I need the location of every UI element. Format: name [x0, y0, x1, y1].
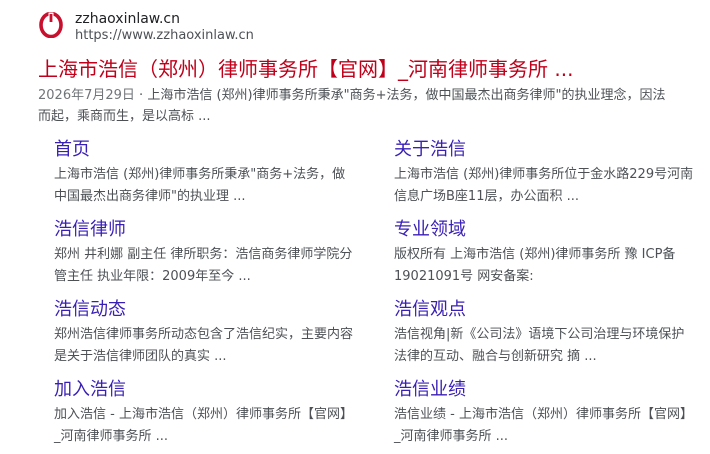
sitelink-title[interactable]: 浩信律师	[54, 218, 354, 242]
sitelink-title[interactable]: 浩信业绩	[394, 378, 694, 402]
site-logo-icon	[38, 11, 64, 39]
sitelink-title[interactable]: 关于浩信	[394, 138, 694, 162]
sitelink-title[interactable]: 专业领域	[394, 218, 694, 242]
sitelink-news: 浩信动态 郑州浩信律师事务所动态包含了浩信纪实，主要内容是关于浩信律师团队的真实…	[54, 298, 354, 368]
sitelink-desc: 郑州 井利娜 副主任 律所职务：浩信商务律师学院分管主任 执业年限：2009年至…	[54, 247, 353, 284]
sitelink-lawyers: 浩信律师 郑州 井利娜 副主任 律所职务：浩信商务律师学院分管主任 执业年限：2…	[54, 218, 354, 288]
sitelink-home: 首页 上海市浩信 (郑州)律师事务所秉承"商务+法务，做中国最杰出商务律师"的执…	[54, 138, 354, 208]
result-title-link[interactable]: 上海市浩信（郑州）律师事务所【官网】_河南律师事务所 ...	[38, 56, 573, 82]
site-header[interactable]: zzhaoxinlaw.cn https://www.zzhaoxinlaw.c…	[38, 10, 438, 44]
site-url[interactable]: https://www.zzhaoxinlaw.cn	[75, 28, 254, 44]
sitelink-title[interactable]: 浩信动态	[54, 298, 354, 322]
sitelink-desc: 版权所有 上海市浩信 (郑州)律师事务所 豫 ICP备19021091号 网安备…	[394, 247, 676, 284]
sitelink-viewpoints: 浩信观点 浩信视角|新《公司法》语境下公司治理与环境保护法律的互动、融合与创新研…	[394, 298, 694, 368]
sitelink-title[interactable]: 首页	[54, 138, 354, 162]
result-date: 2026年7月29日	[38, 88, 135, 103]
sitelink-join: 加入浩信 加入浩信 - 上海市浩信（郑州）律师事务所【官网】_河南律师事务所 .…	[54, 378, 354, 448]
sitelink-practice-areas: 专业领域 版权所有 上海市浩信 (郑州)律师事务所 豫 ICP备19021091…	[394, 218, 694, 288]
sitelink-title[interactable]: 浩信观点	[394, 298, 694, 322]
search-result: zzhaoxinlaw.cn https://www.zzhaoxinlaw.c…	[0, 0, 710, 454]
sitelink-achievements: 浩信业绩 浩信业绩 - 上海市浩信（郑州）律师事务所【官网】_河南律师事务所 .…	[394, 378, 694, 448]
result-snippet: 2026年7月29日 · 上海市浩信 (郑州)律师事务所秉承"商务+法务，做中国…	[38, 85, 678, 127]
site-name: zzhaoxinlaw.cn	[75, 11, 180, 27]
sitelink-desc: 上海市浩信 (郑州)律师事务所秉承"商务+法务，做中国最杰出商务律师"的执业理 …	[54, 167, 346, 204]
sitelink-desc: 浩信视角|新《公司法》语境下公司治理与环境保护法律的互动、融合与创新研究 摘 .…	[394, 327, 685, 364]
date-separator: ·	[139, 88, 144, 103]
sitelink-title[interactable]: 加入浩信	[54, 378, 354, 402]
sitelink-desc: 上海市浩信 (郑州)律师事务所位于金水路229号河南信息广场B座11层，办公面积…	[394, 167, 694, 204]
sitelink-desc: 浩信业绩 - 上海市浩信（郑州）律师事务所【官网】_河南律师事务所 ...	[394, 407, 693, 444]
sitelink-about: 关于浩信 上海市浩信 (郑州)律师事务所位于金水路229号河南信息广场B座11层…	[394, 138, 694, 208]
sitelink-desc: 郑州浩信律师事务所动态包含了浩信纪实，主要内容是关于浩信律师团队的真实 ...	[54, 327, 354, 364]
sitelink-desc: 加入浩信 - 上海市浩信（郑州）律师事务所【官网】_河南律师事务所 ...	[54, 407, 353, 444]
